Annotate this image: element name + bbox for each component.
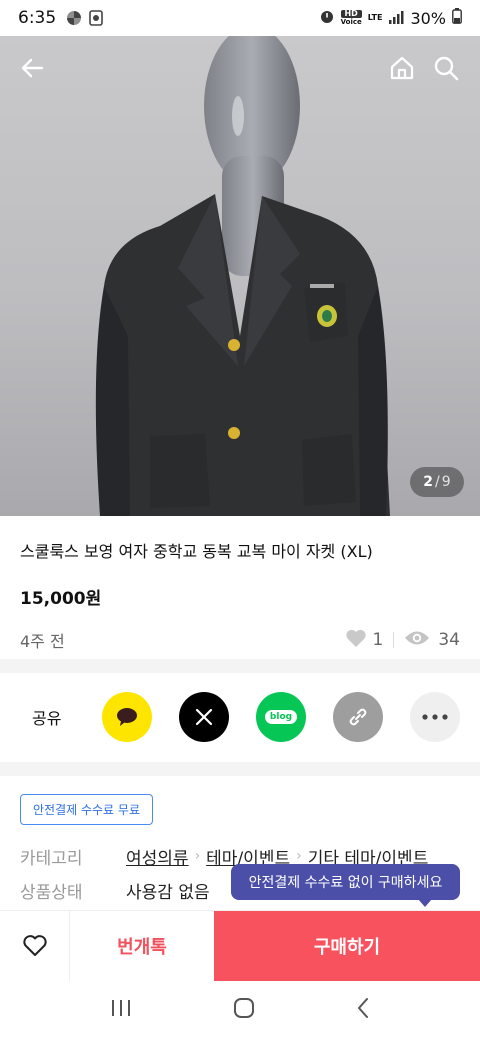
home-icon bbox=[390, 56, 414, 80]
product-stats: 1 34 bbox=[345, 628, 460, 653]
share-row: 공유 blog bbox=[0, 673, 480, 761]
arrow-left-icon bbox=[21, 58, 44, 78]
back-nav-button[interactable] bbox=[356, 997, 370, 1023]
alarm-icon bbox=[319, 8, 335, 28]
recent-apps-button[interactable] bbox=[110, 998, 132, 1022]
safe-payment-badge: 안전결제 수수료 무료 bbox=[20, 794, 153, 825]
battery-icon bbox=[452, 8, 462, 28]
product-info: 스쿨룩스 보영 여자 중학교 동복 교복 마이 자켓 (XL) 15,000원 … bbox=[0, 516, 480, 653]
eye-icon bbox=[404, 629, 430, 652]
more-dots-icon bbox=[422, 714, 448, 720]
recent-apps-icon bbox=[112, 1000, 131, 1016]
product-title: 스쿨룩스 보영 여자 중학교 동복 교복 마이 자켓 (XL) bbox=[20, 542, 373, 561]
product-image-carousel[interactable]: 2 / 9 bbox=[0, 36, 480, 516]
blog-text: blog bbox=[269, 712, 293, 722]
image-page-indicator: 2 / 9 bbox=[410, 467, 464, 497]
x-logo-icon bbox=[195, 708, 213, 726]
product-meta: 4주 전 1 34 bbox=[20, 627, 460, 653]
share-more-button[interactable] bbox=[410, 692, 460, 742]
share-label: 공유 bbox=[32, 709, 62, 728]
share-x-button[interactable] bbox=[179, 692, 229, 742]
page-total: 9 bbox=[441, 474, 451, 490]
chat-button[interactable]: 번개톡 bbox=[70, 911, 214, 981]
battery-percent: 30% bbox=[410, 8, 446, 28]
page-current: 2 bbox=[423, 474, 434, 490]
share-link-button[interactable] bbox=[333, 692, 383, 742]
jacket-photo bbox=[95, 36, 390, 516]
search-button[interactable] bbox=[428, 50, 464, 86]
status-time: 6:35 bbox=[18, 8, 57, 28]
link-icon bbox=[349, 708, 367, 726]
safe-payment-tooltip[interactable]: 안전결제 수수료 없이 구매하세요 bbox=[231, 864, 460, 907]
back-button[interactable] bbox=[14, 50, 50, 86]
chevron-right-icon: › bbox=[194, 848, 201, 864]
home-nav-icon bbox=[233, 998, 254, 1018]
favorite-button[interactable] bbox=[0, 911, 70, 981]
condition-label: 상품상태 bbox=[20, 882, 83, 903]
system-navigation-bar bbox=[0, 980, 480, 1040]
network-indicator: LTE bbox=[367, 13, 383, 22]
share-kakao-button[interactable] bbox=[102, 692, 152, 742]
notification-app-icon bbox=[88, 10, 104, 26]
back-nav-icon bbox=[357, 998, 368, 1018]
like-count: 1 bbox=[372, 630, 384, 650]
share-blog-button[interactable]: blog bbox=[256, 692, 306, 742]
hd-bottom-text: Voice bbox=[340, 18, 362, 26]
signal-icon bbox=[388, 9, 404, 28]
blog-icon: blog bbox=[264, 710, 298, 724]
heart-outline-icon bbox=[22, 935, 47, 956]
page-separator: / bbox=[435, 474, 440, 490]
hd-top-text: HD bbox=[340, 10, 362, 18]
kakao-talk-icon bbox=[117, 708, 137, 726]
section-divider bbox=[0, 659, 480, 673]
stats-divider bbox=[393, 632, 395, 648]
condition-value: 사용감 없음 bbox=[126, 882, 210, 903]
view-count: 34 bbox=[438, 630, 460, 650]
search-icon bbox=[434, 56, 459, 81]
hd-voice-indicator: HD Voice bbox=[340, 10, 362, 26]
category-label: 카테고리 bbox=[20, 848, 83, 869]
status-bar: 6:35 HD Voice LTE 30% bbox=[0, 0, 480, 36]
home-nav-button[interactable] bbox=[233, 997, 255, 1023]
home-button[interactable] bbox=[384, 50, 420, 86]
bottom-action-bar: 번개톡 구매하기 bbox=[0, 910, 480, 981]
chevron-right-icon: › bbox=[296, 848, 302, 864]
product-price: 15,000원 bbox=[20, 589, 102, 609]
posted-time: 4주 전 bbox=[20, 632, 65, 651]
pinwheel-icon bbox=[66, 10, 82, 26]
heart-icon bbox=[345, 628, 367, 653]
section-divider bbox=[0, 762, 480, 776]
category-link-1[interactable]: 여성의류 bbox=[126, 844, 189, 869]
buy-button[interactable]: 구매하기 bbox=[214, 911, 480, 981]
